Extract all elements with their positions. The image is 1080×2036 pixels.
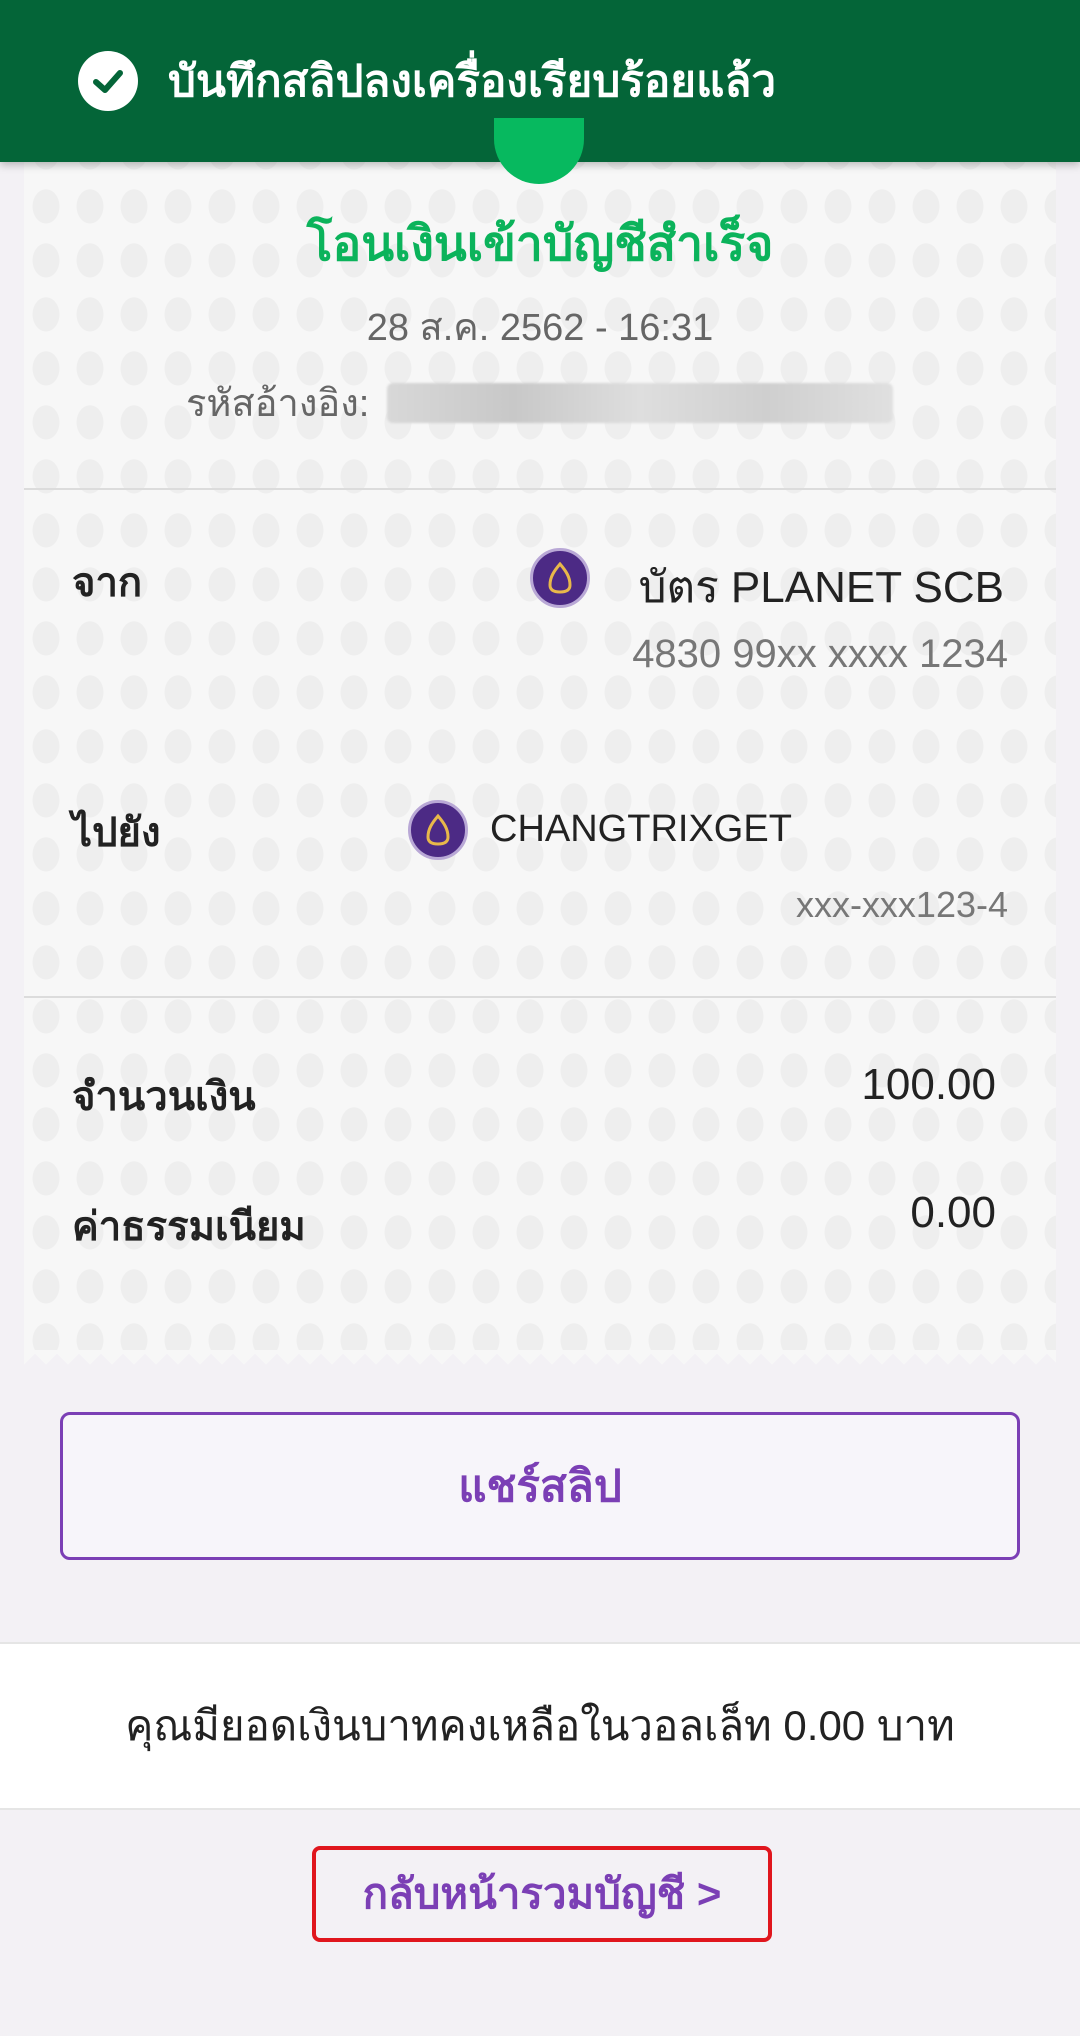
divider — [24, 488, 1056, 490]
divider — [24, 996, 1056, 998]
to-account-name: CHANGTRIXGET — [490, 808, 792, 850]
reference-label: รหัสอ้างอิง: — [186, 383, 370, 425]
amount-label: จำนวนเงิน — [72, 1075, 256, 1119]
amount-value: 100.00 — [861, 1060, 996, 1109]
from-account-name: บัตร PLANET SCB — [638, 563, 1004, 612]
transfer-datetime: 28 ส.ค. 2562 - 16:31 — [366, 307, 714, 349]
wallet-balance-text: คุณมียอดเงินบาทคงเหลือในวอลเล็ท 0.00 บาท — [125, 1702, 955, 1749]
share-slip-button[interactable]: แชร์สลิป — [60, 1412, 1020, 1560]
status-title: โอนเงินเข้าบัญชีสำเร็จ — [306, 218, 774, 271]
receipt-torn-edge — [24, 1350, 1056, 1372]
to-label: ไปยัง — [72, 811, 161, 855]
reference-code-redacted — [387, 382, 894, 423]
back-to-accounts-link[interactable]: กลับหน้ารวมบัญชี > — [312, 1846, 772, 1942]
check-circle-icon — [78, 51, 138, 111]
reference-row: รหัสอ้างอิง: — [186, 372, 894, 433]
from-account-number: 4830 99xx xxxx 1234 — [632, 632, 1008, 676]
wallet-balance-bar: คุณมียอดเงินบาทคงเหลือในวอลเล็ท 0.00 บาท — [0, 1642, 1080, 1810]
toast-message: บันทึกสลิปลงเครื่องเรียบร้อยแล้ว — [168, 57, 777, 106]
fee-label: ค่าธรรมเนียม — [72, 1205, 306, 1249]
scb-bank-icon — [530, 548, 590, 608]
fee-value: 0.00 — [910, 1188, 996, 1237]
from-label: จาก — [72, 561, 143, 605]
to-account-number: xxx-xxx123-4 — [795, 884, 1008, 925]
scb-bank-icon — [408, 800, 468, 860]
